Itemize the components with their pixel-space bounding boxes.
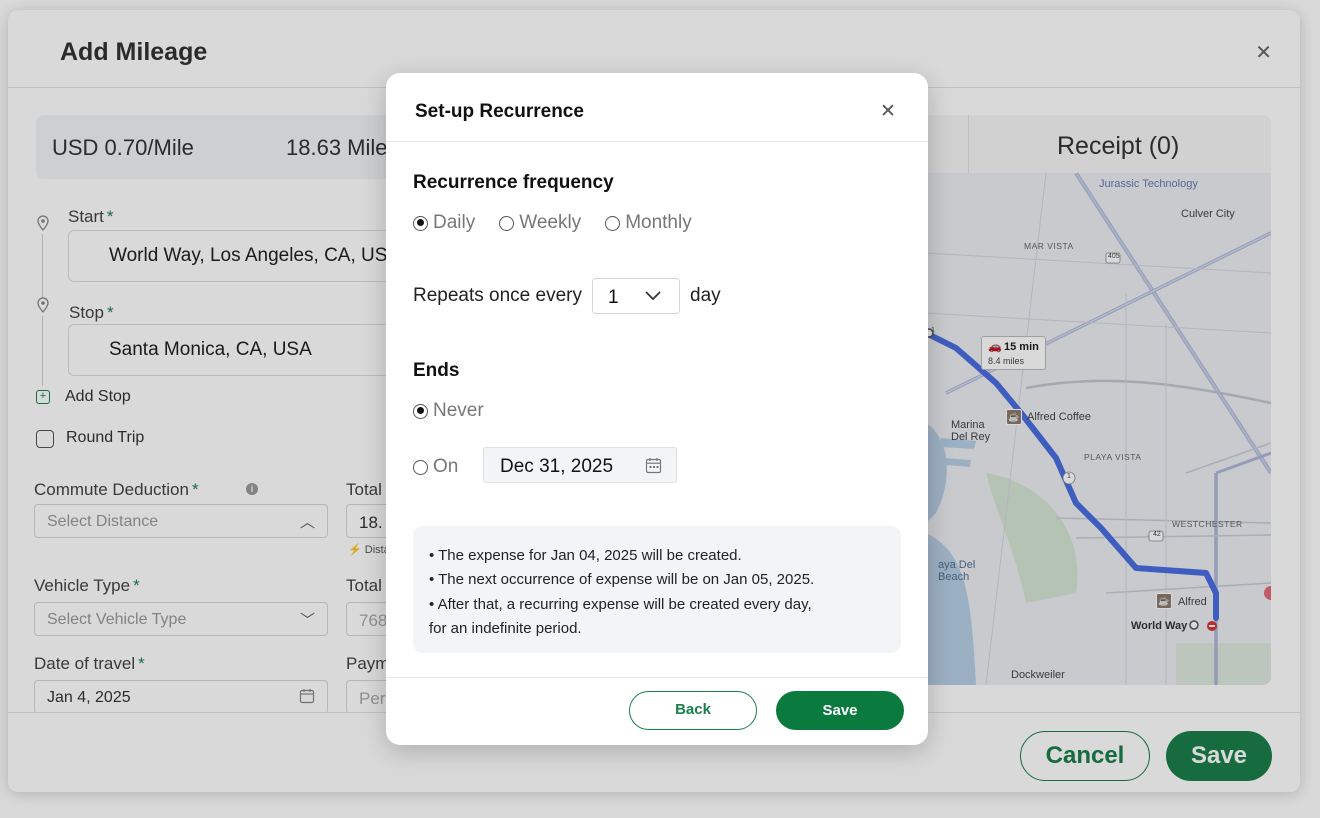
frequency-weekly-label: Weekly — [519, 212, 582, 233]
radio-daily[interactable] — [413, 215, 428, 231]
end-date-value: Dec 31, 2025 — [500, 456, 614, 477]
close-icon[interactable]: ✕ — [880, 100, 896, 123]
recurrence-modal: Set-up Recurrence ✕ Recurrence frequency… — [386, 73, 928, 745]
repeat-interval-value: 1 — [608, 287, 619, 308]
frequency-radio-group: Daily Weekly Monthly — [413, 212, 716, 234]
modal-header: Set-up Recurrence ✕ — [386, 73, 928, 142]
frequency-option-monthly[interactable]: Monthly — [605, 212, 692, 234]
modal-title: Set-up Recurrence — [415, 101, 584, 122]
note-line-2: • The next occurrence of expense will be… — [429, 571, 815, 589]
ends-on-label: On — [433, 456, 459, 477]
save-button[interactable]: Save — [776, 691, 904, 730]
ends-option-never[interactable]: Never — [413, 400, 484, 422]
radio-monthly[interactable] — [605, 215, 621, 231]
ends-on-row: On — [413, 456, 482, 478]
ends-never-row: Never — [413, 400, 508, 422]
radio-on[interactable] — [413, 459, 428, 475]
ends-title: Ends — [413, 360, 460, 381]
frequency-monthly-label: Monthly — [625, 212, 692, 233]
ends-option-on[interactable]: On — [413, 456, 458, 478]
note-line-1: • The expense for Jan 04, 2025 will be c… — [429, 547, 742, 564]
radio-weekly[interactable] — [499, 215, 515, 231]
radio-never[interactable] — [413, 403, 428, 419]
note-line-4: for an indefinite period. — [429, 619, 582, 637]
frequency-option-daily[interactable]: Daily — [413, 212, 475, 234]
end-date-field[interactable]: Dec 31, 2025 — [483, 447, 677, 483]
recurrence-summary-note: • The expense for Jan 04, 2025 will be c… — [413, 526, 901, 653]
frequency-option-weekly[interactable]: Weekly — [499, 212, 581, 234]
ends-never-label: Never — [433, 400, 484, 421]
back-button[interactable]: Back — [629, 691, 757, 730]
repeat-interval-row: Repeats once every 1 day — [413, 278, 721, 314]
recurrence-frequency-title: Recurrence frequency — [413, 172, 614, 193]
repeats-unit: day — [690, 285, 721, 306]
calendar-icon — [645, 458, 662, 474]
frequency-daily-label: Daily — [433, 212, 476, 233]
repeat-interval-select[interactable]: 1 — [592, 278, 680, 314]
modal-footer: Back Save — [386, 677, 928, 745]
note-line-3: • After that, a recurring expense will b… — [429, 595, 812, 613]
chevron-down-icon — [645, 291, 661, 301]
repeats-prefix: Repeats once every — [413, 285, 582, 306]
